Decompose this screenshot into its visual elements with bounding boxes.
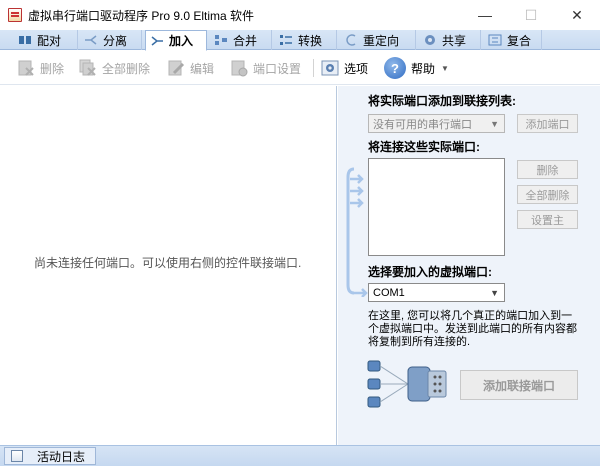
chevron-down-icon: ▼ (490, 119, 499, 129)
maximize-button[interactable]: ☐ (508, 0, 554, 30)
window-title: 虚拟串行端口驱动程序 Pro 9.0 Eltima 软件 (28, 8, 255, 23)
tab-label: 合并 (233, 33, 258, 48)
options-button[interactable]: 选项 (320, 56, 368, 80)
tab-join[interactable]: 加入 (145, 30, 207, 51)
description-line-2: 个虚拟端口中。发送到此端口的所有内容都 (368, 323, 577, 335)
add-port-button[interactable]: 添加端口 (517, 114, 578, 133)
join-bracket-graphic (346, 167, 368, 297)
close-button[interactable]: ✕ (554, 0, 600, 30)
tab-split[interactable]: 分离 (80, 30, 142, 50)
delete-all-icon (78, 58, 98, 78)
join-icon (150, 35, 164, 47)
edit-label: 编辑 (190, 61, 215, 76)
delete-icon (16, 58, 36, 78)
delete-all-button[interactable]: 全部删除 (78, 56, 150, 80)
app-icon (8, 8, 22, 22)
connector-illustration (367, 360, 447, 408)
convert-icon (279, 34, 293, 46)
log-icon (11, 450, 23, 462)
remove-all-ports-button[interactable]: 全部删除 (517, 185, 578, 204)
tab-merge[interactable]: 合并 (210, 30, 272, 50)
real-ports-listbox[interactable] (368, 158, 505, 256)
delete-button[interactable]: 删除 (16, 56, 64, 80)
tab-pair[interactable]: 配对 (14, 30, 78, 50)
redirect-icon (344, 34, 358, 46)
tab-redirect[interactable]: 重定向 (340, 30, 416, 50)
composite-icon (488, 34, 502, 46)
tab-label: 复合 (507, 33, 532, 48)
virtual-port-value: COM1 (373, 286, 405, 299)
edit-icon (166, 58, 186, 78)
empty-message: 尚未连接任何端口。可以使用右侧的控件联接端口. (34, 256, 302, 270)
pair-icon (18, 34, 32, 46)
tab-label: 分离 (103, 33, 128, 48)
description-line-1: 在这里, 您可以将几个真正的端口加入到一 (368, 310, 573, 322)
tab-composite[interactable]: 复合 (484, 30, 542, 50)
delete-label: 删除 (40, 61, 65, 76)
tab-label: 加入 (169, 34, 194, 48)
port-settings-button[interactable]: 端口设置 (229, 56, 301, 80)
connect-ports-label: 将连接这些实际端口: (368, 140, 480, 154)
port-settings-label: 端口设置 (253, 61, 302, 76)
toolbar-separator (313, 59, 314, 77)
minimize-button[interactable]: — (462, 0, 508, 30)
add-to-list-label: 将实际端口添加到联接列表: (368, 94, 516, 108)
split-icon (84, 34, 98, 46)
window-controls: — ☐ ✕ (462, 0, 600, 30)
share-icon (423, 34, 437, 46)
help-icon: ? (383, 56, 407, 80)
chevron-down-icon: ▼ (441, 63, 449, 73)
edit-button[interactable]: 编辑 (166, 56, 214, 80)
available-ports-value: 没有可用的串行端口 (373, 118, 472, 131)
available-ports-select[interactable]: 没有可用的串行端口 ▼ (368, 114, 505, 133)
merge-icon (214, 34, 228, 46)
tab-share[interactable]: 共享 (419, 30, 481, 50)
tab-label: 重定向 (363, 33, 400, 48)
remove-port-button[interactable]: 删除 (517, 160, 578, 179)
toolbar: 删除 全部删除 编辑 端口设置 选项 ? 帮助 ▼ (0, 51, 600, 85)
activity-log-button[interactable]: 活动日志 (4, 447, 96, 465)
joined-ports-pane: 尚未连接任何端口。可以使用右侧的控件联接端口. (0, 86, 337, 445)
tab-convert[interactable]: 转换 (275, 30, 337, 50)
delete-all-label: 全部删除 (102, 61, 151, 76)
tab-bar: 配对 分离 加入 合并 转换 重定向 共享 复合 (0, 30, 600, 51)
status-bar: 活动日志 (0, 445, 600, 466)
help-label: 帮助 (411, 61, 436, 76)
title-bar: 虚拟串行端口驱动程序 Pro 9.0 Eltima 软件 — ☐ ✕ (0, 0, 600, 30)
description-line-3: 将复制到所有连接的. (368, 336, 471, 348)
select-virtual-label: 选择要加入的虚拟端口: (368, 265, 492, 279)
options-icon (320, 58, 340, 78)
tab-label: 配对 (37, 33, 62, 48)
port-settings-icon (229, 58, 249, 78)
virtual-port-select[interactable]: COM1 ▼ (368, 283, 505, 302)
activity-log-label: 活动日志 (37, 449, 86, 464)
tab-label: 转换 (298, 33, 323, 48)
tab-label: 共享 (442, 33, 467, 48)
add-join-port-button[interactable]: 添加联接端口 (460, 370, 578, 400)
options-label: 选项 (344, 61, 369, 76)
chevron-down-icon: ▼ (490, 288, 499, 298)
set-master-button[interactable]: 设置主 (517, 210, 578, 229)
help-button[interactable]: ? 帮助 ▼ (383, 56, 449, 80)
